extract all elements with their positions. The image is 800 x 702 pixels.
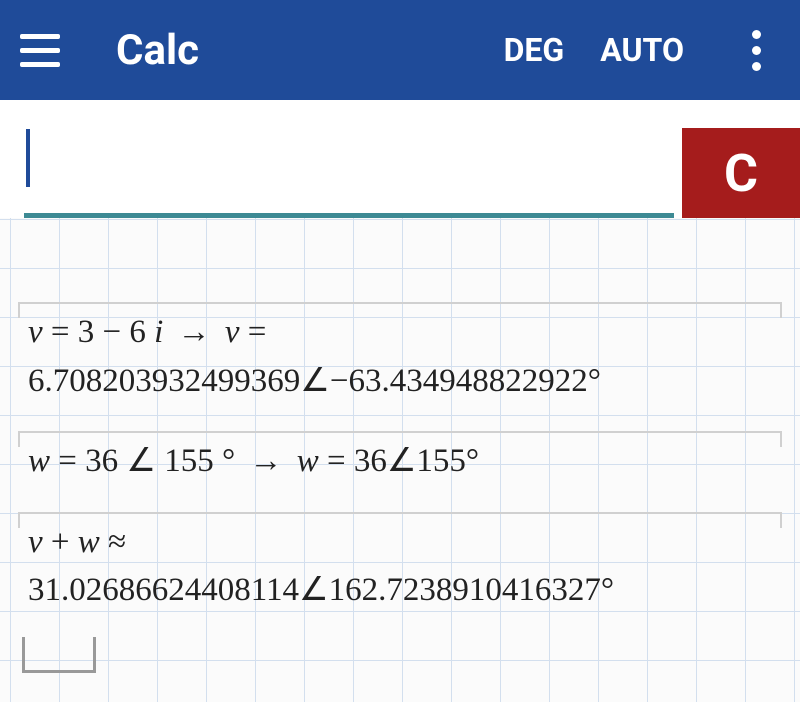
expression-line: w = 36 ∠ 155 ° → w = 36∠155° <box>18 437 782 486</box>
var-v: v <box>28 314 43 350</box>
more-options-icon[interactable] <box>732 26 780 74</box>
approx-sign: ≈ <box>108 524 126 560</box>
angle-mode-button[interactable]: DEG <box>504 31 565 69</box>
expr-value: 3 − 6 <box>78 314 146 350</box>
var-v: v <box>28 524 43 560</box>
var-w-result: w <box>297 443 319 479</box>
result-line: 6.708203932499369∠−63.434948822922° <box>18 357 782 406</box>
expression-block: v + w ≈ 31.02686624408114∠162.7238910416… <box>18 512 782 615</box>
result-line: 31.02686624408114∠162.7238910416327° <box>18 566 782 615</box>
display-mode-button[interactable]: AUTO <box>600 31 684 69</box>
expression-input[interactable] <box>24 116 674 218</box>
hamburger-menu-icon[interactable] <box>20 26 68 74</box>
results-grid[interactable]: v = 3 − 6 i → v = 6.708203932499369∠−63.… <box>0 218 800 702</box>
expression-line: v = 3 − 6 i → v = <box>18 308 782 357</box>
app-header: Calc DEG AUTO <box>0 0 800 100</box>
expression-line: v + w ≈ <box>18 518 782 567</box>
result-angle: 155° <box>416 443 479 479</box>
var-w: w <box>78 524 100 560</box>
result-magnitude: 6.708203932499369 <box>28 363 300 399</box>
text-cursor <box>26 129 30 187</box>
result-magnitude: 31.02686624408114 <box>28 572 299 608</box>
input-bar: C <box>0 100 800 218</box>
plus-op: + <box>51 524 70 560</box>
input-angle: 155 ° <box>164 443 235 479</box>
expression-block: w = 36 ∠ 155 ° → w = 36∠155° <box>18 431 782 486</box>
result-angle: −63.434948822922° <box>330 363 601 399</box>
app-title: Calc <box>116 26 199 75</box>
expression-block: v = 3 − 6 i → v = 6.708203932499369∠−63.… <box>18 302 782 405</box>
var-w: w <box>28 443 50 479</box>
empty-input-bracket[interactable] <box>22 637 96 673</box>
result-magnitude: 36 <box>354 443 387 479</box>
input-magnitude: 36 <box>85 443 118 479</box>
clear-button[interactable]: C <box>682 128 800 218</box>
result-angle: 162.7238910416327° <box>329 572 614 608</box>
var-v-result: v <box>225 314 240 350</box>
imag-i: i <box>154 314 163 350</box>
